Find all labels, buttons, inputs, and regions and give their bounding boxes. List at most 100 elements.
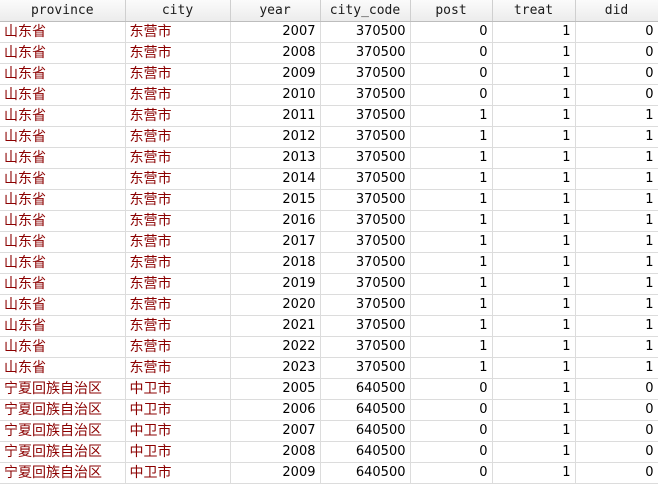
cell-treat[interactable]: 1 [492, 252, 576, 274]
cell-city[interactable]: 中卫市 [125, 420, 231, 442]
cell-post[interactable]: 1 [410, 105, 493, 127]
cell-city-code[interactable]: 370500 [320, 189, 411, 211]
cell-province[interactable]: 山东省 [0, 357, 126, 379]
cell-did[interactable]: 1 [575, 294, 658, 316]
cell-city-code[interactable]: 370500 [320, 210, 411, 232]
cell-city-code[interactable]: 370500 [320, 42, 411, 64]
cell-city-code[interactable]: 370500 [320, 273, 411, 295]
cell-province[interactable]: 山东省 [0, 273, 126, 295]
cell-did[interactable]: 0 [575, 441, 658, 463]
cell-year[interactable]: 2009 [230, 63, 321, 85]
cell-treat[interactable]: 1 [492, 273, 576, 295]
cell-city[interactable]: 中卫市 [125, 399, 231, 421]
cell-city[interactable]: 东营市 [125, 252, 231, 274]
cell-did[interactable]: 1 [575, 273, 658, 295]
cell-year[interactable]: 2014 [230, 168, 321, 190]
cell-city-code[interactable]: 370500 [320, 252, 411, 274]
cell-year[interactable]: 2018 [230, 252, 321, 274]
column-header-city-code[interactable]: city_code [320, 0, 411, 22]
cell-province[interactable]: 山东省 [0, 147, 126, 169]
cell-did[interactable]: 1 [575, 105, 658, 127]
cell-province[interactable]: 山东省 [0, 210, 126, 232]
cell-treat[interactable]: 1 [492, 189, 576, 211]
cell-did[interactable]: 0 [575, 378, 658, 400]
cell-province[interactable]: 山东省 [0, 315, 126, 337]
cell-province[interactable]: 山东省 [0, 126, 126, 148]
cell-treat[interactable]: 1 [492, 378, 576, 400]
cell-city-code[interactable]: 370500 [320, 126, 411, 148]
cell-post[interactable]: 0 [410, 63, 493, 85]
cell-did[interactable]: 1 [575, 189, 658, 211]
cell-city[interactable]: 东营市 [125, 42, 231, 64]
cell-treat[interactable]: 1 [492, 42, 576, 64]
cell-did[interactable]: 1 [575, 315, 658, 337]
cell-post[interactable]: 1 [410, 147, 493, 169]
cell-year[interactable]: 2010 [230, 84, 321, 106]
cell-post[interactable]: 1 [410, 126, 493, 148]
cell-province[interactable]: 宁夏回族自治区 [0, 441, 126, 463]
cell-year[interactable]: 2016 [230, 210, 321, 232]
cell-treat[interactable]: 1 [492, 147, 576, 169]
cell-treat[interactable]: 1 [492, 441, 576, 463]
cell-post[interactable]: 0 [410, 441, 493, 463]
cell-did[interactable]: 0 [575, 42, 658, 64]
cell-did[interactable]: 1 [575, 252, 658, 274]
cell-province[interactable]: 山东省 [0, 63, 126, 85]
cell-province[interactable]: 山东省 [0, 84, 126, 106]
cell-post[interactable]: 1 [410, 273, 493, 295]
cell-province[interactable]: 山东省 [0, 252, 126, 274]
cell-post[interactable]: 1 [410, 168, 493, 190]
cell-city-code[interactable]: 370500 [320, 168, 411, 190]
cell-treat[interactable]: 1 [492, 399, 576, 421]
cell-province[interactable]: 山东省 [0, 336, 126, 358]
cell-province[interactable]: 山东省 [0, 168, 126, 190]
cell-province[interactable]: 山东省 [0, 294, 126, 316]
cell-city-code[interactable]: 370500 [320, 147, 411, 169]
cell-city[interactable]: 东营市 [125, 105, 231, 127]
cell-post[interactable]: 0 [410, 21, 493, 43]
cell-did[interactable]: 0 [575, 399, 658, 421]
cell-post[interactable]: 1 [410, 231, 493, 253]
cell-city-code[interactable]: 370500 [320, 84, 411, 106]
cell-city[interactable]: 中卫市 [125, 441, 231, 463]
column-header-post[interactable]: post [410, 0, 493, 22]
cell-post[interactable]: 1 [410, 357, 493, 379]
cell-did[interactable]: 0 [575, 420, 658, 442]
cell-year[interactable]: 2019 [230, 273, 321, 295]
cell-year[interactable]: 2009 [230, 462, 321, 484]
cell-treat[interactable]: 1 [492, 336, 576, 358]
cell-treat[interactable]: 1 [492, 168, 576, 190]
cell-post[interactable]: 0 [410, 378, 493, 400]
cell-post[interactable]: 1 [410, 210, 493, 232]
cell-year[interactable]: 2011 [230, 105, 321, 127]
cell-city-code[interactable]: 370500 [320, 336, 411, 358]
column-header-treat[interactable]: treat [492, 0, 576, 22]
cell-city[interactable]: 东营市 [125, 294, 231, 316]
cell-did[interactable]: 0 [575, 63, 658, 85]
cell-treat[interactable]: 1 [492, 357, 576, 379]
cell-city[interactable]: 东营市 [125, 126, 231, 148]
cell-post[interactable]: 0 [410, 420, 493, 442]
cell-city-code[interactable]: 370500 [320, 63, 411, 85]
cell-treat[interactable]: 1 [492, 63, 576, 85]
cell-province[interactable]: 宁夏回族自治区 [0, 399, 126, 421]
cell-city-code[interactable]: 370500 [320, 315, 411, 337]
cell-year[interactable]: 2008 [230, 441, 321, 463]
column-header-year[interactable]: year [230, 0, 321, 22]
cell-city[interactable]: 东营市 [125, 147, 231, 169]
cell-province[interactable]: 宁夏回族自治区 [0, 378, 126, 400]
cell-treat[interactable]: 1 [492, 126, 576, 148]
cell-post[interactable]: 0 [410, 84, 493, 106]
cell-year[interactable]: 2012 [230, 126, 321, 148]
cell-city-code[interactable]: 370500 [320, 357, 411, 379]
cell-city-code[interactable]: 640500 [320, 399, 411, 421]
cell-treat[interactable]: 1 [492, 84, 576, 106]
cell-province[interactable]: 宁夏回族自治区 [0, 420, 126, 442]
cell-city[interactable]: 东营市 [125, 273, 231, 295]
cell-did[interactable]: 1 [575, 147, 658, 169]
cell-post[interactable]: 1 [410, 336, 493, 358]
cell-post[interactable]: 1 [410, 315, 493, 337]
cell-province[interactable]: 山东省 [0, 189, 126, 211]
cell-post[interactable]: 0 [410, 462, 493, 484]
cell-treat[interactable]: 1 [492, 231, 576, 253]
